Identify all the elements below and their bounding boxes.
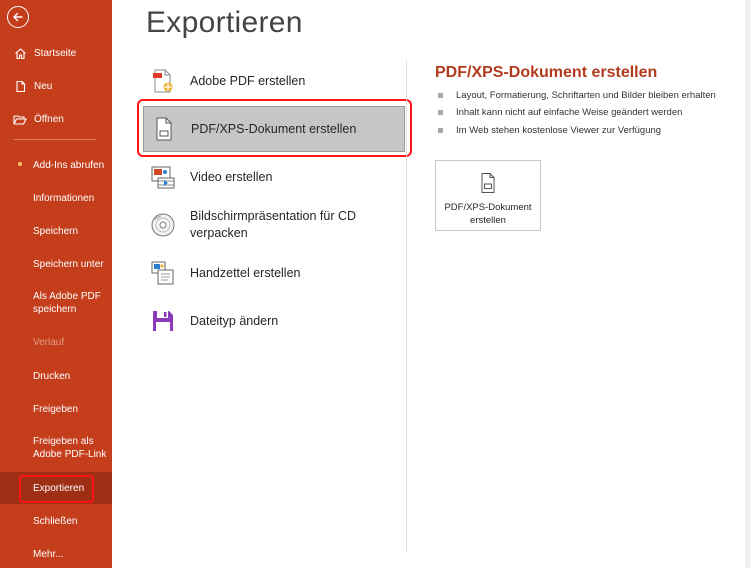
home-icon [13,46,27,60]
scrollbar[interactable] [745,0,750,568]
sidebar-item-label: Als Adobe PDF speichern [33,291,101,315]
option-video-erstellen[interactable]: Video erstellen [143,160,405,194]
sidebar-item-informationen[interactable]: Informationen [0,190,112,206]
sidebar-item-speichern-unter[interactable]: Speichern unter [0,256,112,272]
backstage-sidebar: Startseite Neu Öffnen Add-Ins abrufen In… [0,0,112,568]
list-item: Inhalt kann nicht auf einfache Weise geä… [438,104,716,121]
highlight-box-exportieren [19,475,94,503]
handout-icon [148,258,178,288]
sidebar-item-freigeben-als-adobe-pdf-link[interactable]: Freigeben als Adobe PDF-Link [0,434,112,462]
sidebar-item-label: Informationen [33,192,95,204]
sidebar-item-label: Neu [34,80,53,92]
save-as-icon [148,306,178,336]
option-label: Handzettel erstellen [190,266,301,280]
list-item: Im Web stehen kostenlose Viewer zur Verf… [438,122,716,139]
sidebar-item-label: Startseite [34,47,77,59]
option-dateityp-aendern[interactable]: Dateityp ändern [143,304,405,338]
list-item: Layout, Formatierung, Schriftarten und B… [438,87,716,104]
sidebar-item-label: Mehr... [33,548,64,560]
panel-divider [406,60,407,552]
sidebar-item-label: Speichern unter [33,258,104,270]
bullet-text: Im Web stehen kostenlose Viewer zur Verf… [456,124,662,136]
new-document-icon [13,79,27,93]
sidebar-item-mehr[interactable]: Mehr... [0,546,112,562]
sidebar-item-label: Verlauf [33,336,65,348]
cd-icon [148,210,178,240]
bullet-text: Layout, Formatierung, Schriftarten und B… [456,90,716,102]
sidebar-item-als-adobe-pdf-speichern[interactable]: Als Adobe PDF speichern [0,289,112,317]
bullet-square-icon [438,93,443,99]
powerpoint-backstage: Startseite Neu Öffnen Add-Ins abrufen In… [0,0,750,568]
option-bildschirmpraesentation-fuer-cd[interactable]: Bildschirmpräsentation für CD verpacken [143,206,405,244]
page-title: Exportieren [146,6,303,39]
option-handzettel-erstellen[interactable]: Handzettel erstellen [143,256,405,290]
video-icon [148,162,178,192]
sidebar-item-add-ins[interactable]: Add-Ins abrufen [0,157,112,173]
option-label: Adobe PDF erstellen [190,74,306,88]
sidebar-item-label: Freigeben als Adobe PDF-Link [33,436,107,460]
sidebar-item-schliessen[interactable]: Schließen [0,513,112,529]
pdf-document-icon [478,172,498,199]
sidebar-divider [14,139,96,140]
sidebar-item-label: Freigeben [33,403,79,415]
highlight-box-pdf-xps [137,99,412,157]
detail-bullet-list: Layout, Formatierung, Schriftarten und B… [438,87,716,139]
sidebar-item-startseite[interactable]: Startseite [0,45,112,61]
option-label: Dateityp ändern [190,314,279,328]
bullet-square-icon [438,127,443,133]
sidebar-item-speichern[interactable]: Speichern [0,223,112,239]
bullet-text: Inhalt kann nicht auf einfache Weise geä… [456,107,683,119]
sidebar-item-oeffnen[interactable]: Öffnen [0,111,112,127]
sidebar-item-label: Öffnen [34,113,64,125]
option-label: Bildschirmpräsentation für CD verpacken [190,209,357,240]
back-button[interactable] [7,6,29,28]
sidebar-item-label: Drucken [33,370,71,382]
sidebar-item-neu[interactable]: Neu [0,78,112,94]
adobe-pdf-icon [148,66,178,96]
open-folder-icon [13,112,27,126]
bullet-square-icon [438,110,443,116]
create-pdf-xps-button[interactable]: PDF/XPS-Dokument erstellen [435,160,541,231]
sidebar-item-freigeben[interactable]: Freigeben [0,401,112,417]
create-button-label: PDF/XPS-Dokument erstellen [444,202,532,226]
detail-title: PDF/XPS-Dokument erstellen [435,64,658,81]
sidebar-item-drucken[interactable]: Drucken [0,368,112,384]
option-label: Video erstellen [190,170,273,184]
back-arrow-icon [13,12,23,22]
sidebar-item-label: Schließen [33,515,78,527]
sidebar-item-label: Add-Ins abrufen [33,159,105,171]
sidebar-item-verlauf: Verlauf [0,334,112,350]
sidebar-item-label: Speichern [33,225,79,237]
option-adobe-pdf-erstellen[interactable]: Adobe PDF erstellen [143,64,405,98]
